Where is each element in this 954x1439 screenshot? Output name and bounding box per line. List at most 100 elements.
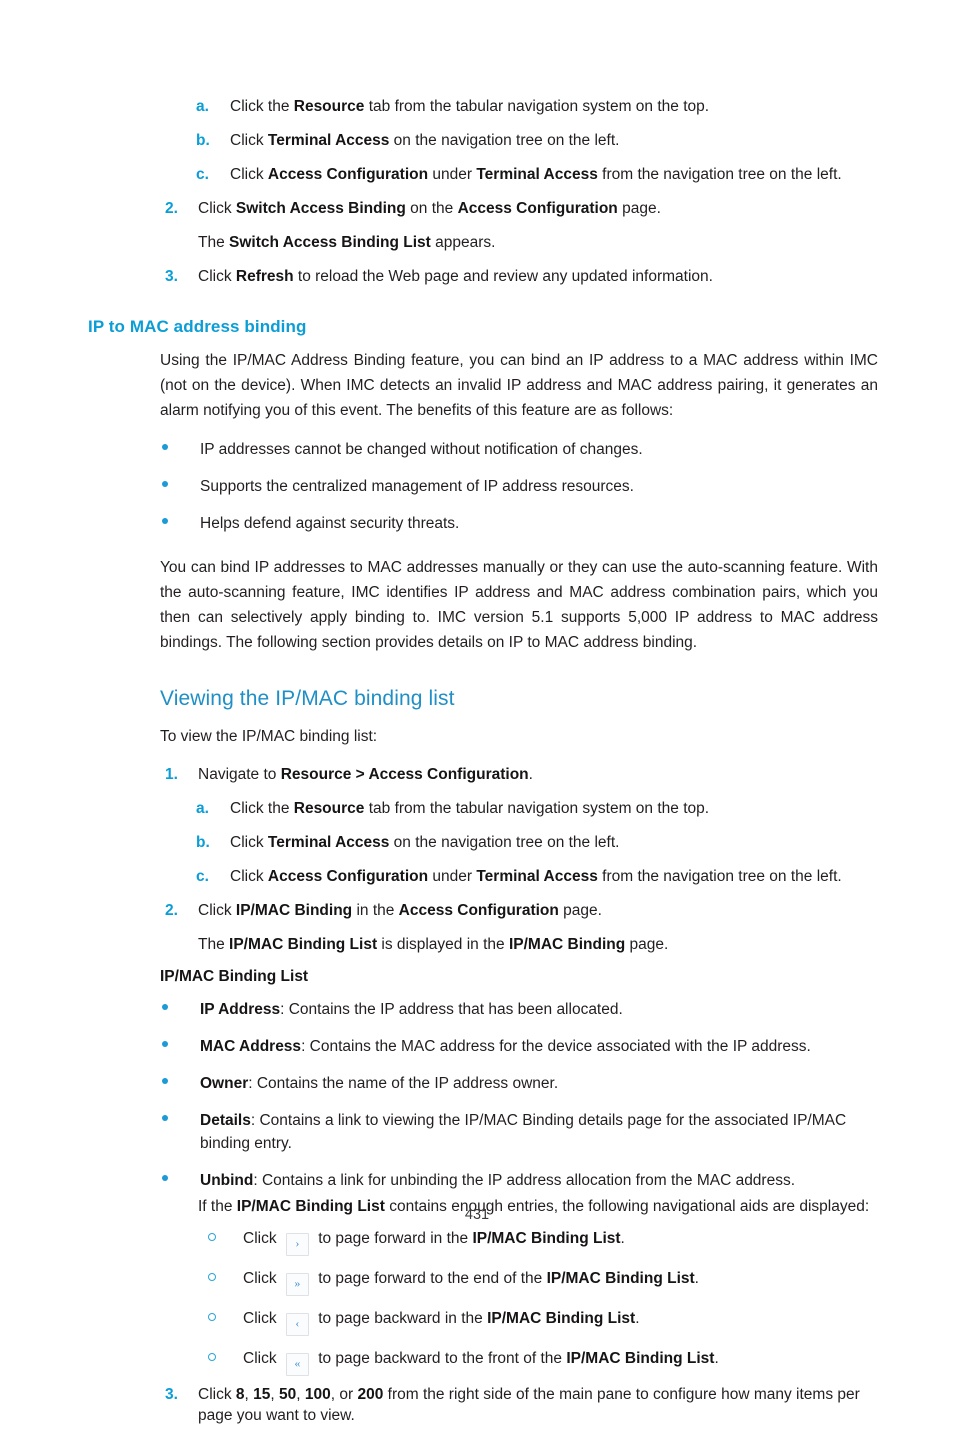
bold-term: 50 <box>279 1386 297 1403</box>
field-term: Owner <box>200 1075 249 1092</box>
text-fragment: in the <box>352 902 399 919</box>
text-fragment: to page forward in the <box>313 1230 473 1247</box>
text-fragment: page. <box>558 902 602 919</box>
field-term: MAC Address <box>200 1038 302 1055</box>
list-item: Click » to page forward to the end of th… <box>88 1266 878 1296</box>
bold-term: IP/MAC Binding List <box>566 1350 715 1367</box>
section-heading-viewing-binding-list: Viewing the IP/MAC binding list <box>160 687 455 710</box>
page-first-icon[interactable]: « <box>285 1353 309 1376</box>
list-item-text: Owner: Contains the name of the IP addre… <box>200 1072 878 1095</box>
bold-term: IP/MAC Binding List <box>546 1270 695 1287</box>
bold-term: Access Configuration <box>457 200 618 217</box>
intro-paragraph: Using the IP/MAC Address Binding feature… <box>160 352 878 419</box>
step-continuation: The IP/MAC Binding List is displayed in … <box>88 934 878 955</box>
list-item-text: Unbind: Contains a link for unbinding th… <box>200 1169 878 1192</box>
text-fragment: under <box>428 868 477 885</box>
text-fragment: . <box>635 1310 640 1327</box>
list-item: IP Address: Contains the IP address that… <box>88 998 878 1021</box>
list-item-text: IP Address: Contains the IP address that… <box>200 998 878 1021</box>
list-marker: a. <box>196 800 209 817</box>
bold-term: 200 <box>357 1386 384 1403</box>
bold-term: Access Configuration <box>267 868 429 885</box>
list-item-text: Click » to page forward to the end of th… <box>243 1266 878 1296</box>
field-description: : Contains the name of the IP address ow… <box>248 1075 559 1092</box>
text-fragment: Click <box>243 1310 281 1327</box>
list-item: Click › to page forward in the IP/MAC Bi… <box>88 1226 878 1256</box>
list-marker: 3. <box>165 268 178 285</box>
bold-term: IP/MAC Binding List <box>229 936 378 953</box>
list-item-text: Click Terminal Access on the navigation … <box>230 130 878 151</box>
list-item: b. Click Terminal Access on the navigati… <box>88 130 878 151</box>
text-fragment: The <box>198 234 230 251</box>
list-item-text: IP addresses cannot be changed without n… <box>200 441 643 458</box>
text-fragment: Click <box>198 902 236 919</box>
bullet-icon <box>160 1035 200 1056</box>
bold-term: Access Configuration <box>398 902 559 919</box>
field-description: : Contains the MAC address for the devic… <box>301 1038 811 1055</box>
field-description: : Contains a link for unbinding the IP a… <box>253 1172 796 1189</box>
page-last-icon[interactable]: » <box>285 1273 309 1296</box>
list-item-text: Helps defend against security threats. <box>200 515 460 532</box>
list-marker: a. <box>196 98 209 115</box>
text-fragment: Click <box>230 834 268 851</box>
list-item: Owner: Contains the name of the IP addre… <box>88 1072 878 1095</box>
list-item-text: Click 8, 15, 50, 100, or 200 from the ri… <box>198 1384 878 1426</box>
bullet-icon <box>160 1169 200 1190</box>
list-item-text: Click › to page forward in the IP/MAC Bi… <box>243 1226 878 1256</box>
text-fragment: Click <box>198 200 236 217</box>
bold-term: IP/MAC Binding <box>508 936 626 953</box>
bold-term: IP/MAC Binding <box>235 902 353 919</box>
text-fragment: . <box>694 1270 699 1287</box>
text-fragment: Click <box>243 1230 281 1247</box>
text-fragment: Click <box>243 1270 281 1287</box>
text-fragment: on the <box>405 200 458 217</box>
text-fragment: on the navigation tree on the left. <box>389 132 620 149</box>
page-footer: 431 <box>0 1207 954 1223</box>
text-fragment: is displayed in the <box>377 936 509 953</box>
bullet-icon <box>160 438 200 459</box>
list-item-text: Click ‹ to page backward in the IP/MAC B… <box>243 1306 878 1336</box>
bold-term: Switch Access Binding List <box>229 234 431 251</box>
bold-term: Resource <box>293 98 365 115</box>
bold-term: 15 <box>253 1386 271 1403</box>
list-item-text: Click « to page backward to the front of… <box>243 1346 878 1376</box>
list-marker: b. <box>196 132 210 149</box>
text-fragment: on the navigation tree on the left. <box>389 834 620 851</box>
list-item: 3. Click 8, 15, 50, 100, or 200 from the… <box>88 1384 878 1426</box>
page-backward-icon[interactable]: ‹ <box>285 1313 309 1336</box>
bold-term: Terminal Access <box>267 132 390 149</box>
field-description: : Contains the IP address that has been … <box>280 1001 623 1018</box>
list-item: 3. Click Refresh to reload the Web page … <box>88 266 878 287</box>
field-description: : Contains a link to viewing the IP/MAC … <box>200 1112 847 1152</box>
list-item: a. Click the Resource tab from the tabul… <box>88 96 878 117</box>
bullet-icon <box>160 475 200 496</box>
list-item-text: Click Refresh to reload the Web page and… <box>198 266 878 287</box>
list-item: Details: Contains a link to viewing the … <box>88 1109 878 1155</box>
list-item: a. Click the Resource tab from the tabul… <box>88 798 878 819</box>
list-item: 2. Click Switch Access Binding on the Ac… <box>88 198 878 219</box>
text-fragment: , <box>270 1386 280 1403</box>
field-term: Unbind <box>200 1172 254 1189</box>
list-item-text: Click IP/MAC Binding in the Access Confi… <box>198 900 878 921</box>
list-item-text: Navigate to Resource > Access Configurat… <box>198 764 878 785</box>
bold-term: 8 <box>235 1386 245 1403</box>
bullet-icon <box>160 1072 200 1093</box>
circle-bullet-icon <box>208 1346 243 1372</box>
list-item: Helps defend against security threats. <box>88 512 878 535</box>
page-forward-icon[interactable]: › <box>285 1233 309 1256</box>
list-marker: 1. <box>165 766 178 783</box>
bold-term: Switch Access Binding <box>235 200 406 217</box>
bold-term: Terminal Access <box>476 166 598 183</box>
list-item: MAC Address: Contains the MAC address fo… <box>88 1035 878 1058</box>
bold-term: Access Configuration <box>267 166 429 183</box>
document-page: a. Click the Resource tab from the tabul… <box>0 0 954 1424</box>
circle-bullet-icon <box>208 1266 243 1292</box>
text-fragment: Click <box>198 1386 236 1403</box>
text-fragment: under <box>428 166 477 183</box>
list-item: IP addresses cannot be changed without n… <box>88 438 878 461</box>
bold-term: Refresh <box>235 268 294 285</box>
list-item: Supports the centralized management of I… <box>88 475 878 498</box>
list-item: Click « to page backward to the front of… <box>88 1346 878 1376</box>
